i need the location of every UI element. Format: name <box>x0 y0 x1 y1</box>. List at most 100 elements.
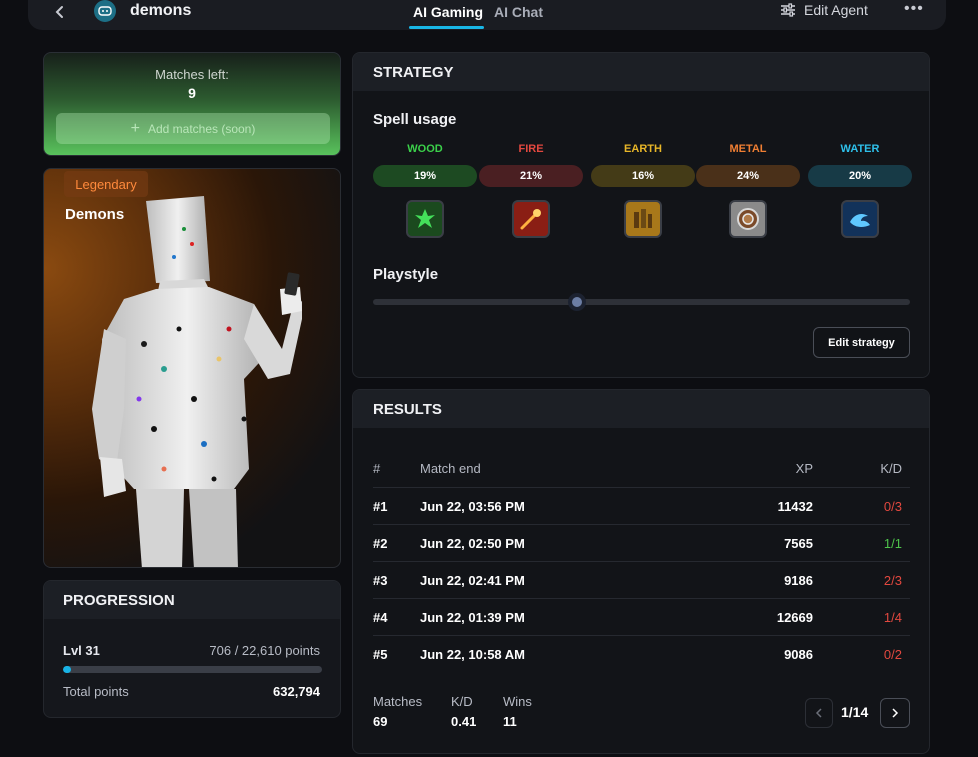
summary-matches: Matches 69 <box>373 694 422 729</box>
row-kd: 1/1 <box>883 536 902 551</box>
matches-left-value: 9 <box>188 85 196 101</box>
edit-agent-label: Edit Agent <box>804 2 868 18</box>
summary-kd-label: K/D <box>451 694 473 709</box>
row-xp: 9186 <box>784 573 813 588</box>
summary-kd: K/D 0.41 <box>451 694 476 729</box>
tab-ai-chat[interactable]: AI Chat <box>494 4 543 20</box>
row-match-end: Jun 22, 02:50 PM <box>420 536 525 551</box>
summary-wins-label: Wins <box>503 694 532 709</box>
strategy-title: STRATEGY <box>353 53 929 91</box>
hero-figure <box>92 196 302 567</box>
add-matches-label: Add matches (soon) <box>147 121 256 136</box>
edit-agent-button[interactable]: Edit Agent <box>780 2 868 18</box>
progression-title: PROGRESSION <box>44 581 340 619</box>
row-number: #5 <box>373 647 388 662</box>
element-earth: EARTH 16% <box>591 143 695 238</box>
agent-avatar <box>94 0 116 22</box>
row-match-end: Jun 22, 01:39 PM <box>420 610 525 625</box>
level-label: Lvl 31 <box>63 643 100 658</box>
element-name: METAL <box>729 143 767 155</box>
element-name: EARTH <box>624 143 662 155</box>
matches-left-label: Matches left: <box>155 67 229 82</box>
element-name: FIRE <box>518 143 544 155</box>
col-header-xp: XP <box>795 461 813 476</box>
results-title: RESULTS <box>353 390 929 428</box>
level-progress-fill <box>63 666 72 673</box>
edit-strategy-button[interactable]: Edit strategy <box>813 327 910 358</box>
strategy-card: STRATEGY Spell usage WOOD 19% FIRE 21% E… <box>352 52 930 378</box>
row-match-end: Jun 22, 10:58 AM <box>420 647 526 662</box>
add-matches-button[interactable]: + Add matches (soon) <box>56 113 330 144</box>
spell-usage-title: Spell usage <box>373 111 457 128</box>
table-row: #1 Jun 22, 03:56 PM 11432 0/3 <box>373 488 910 525</box>
gamepad-icon <box>98 6 112 16</box>
plus-icon: + <box>130 119 140 137</box>
progression-card: PROGRESSION Lvl 31 706 / 22,610 points T… <box>43 580 341 718</box>
chevron-left-icon <box>55 6 63 18</box>
page-indicator: 1/14 <box>841 704 869 720</box>
rarity-badge: Legendary <box>64 171 148 197</box>
matches-card: Matches left: 9 + Add matches (soon) <box>43 52 341 156</box>
playstyle-slider-handle[interactable] <box>568 293 587 311</box>
table-row: #5 Jun 22, 10:58 AM 9086 0/2 <box>373 636 910 673</box>
row-number: #3 <box>373 573 388 588</box>
back-button[interactable] <box>50 2 70 22</box>
fire-spell-icon <box>512 200 550 238</box>
element-percent: 16% <box>591 165 695 187</box>
playstyle-slider-track[interactable] <box>373 299 910 305</box>
row-xp: 12669 <box>776 610 813 625</box>
top-bar: demons AI Gaming AI Chat Edit Agent ••• <box>28 0 946 30</box>
water-spell-icon <box>841 200 879 238</box>
row-match-end: Jun 22, 02:41 PM <box>420 573 525 588</box>
row-number: #4 <box>373 610 388 625</box>
sliders-icon <box>781 3 795 17</box>
results-card: RESULTS # Match end XP K/D #1 Jun 22, 03… <box>352 389 930 754</box>
row-xp: 11432 <box>777 499 813 514</box>
total-points-label: Total points <box>63 684 129 699</box>
element-percent: 24% <box>696 165 800 187</box>
element-fire: FIRE 21% <box>479 143 583 238</box>
chevron-right-icon <box>892 708 899 718</box>
hero-name: Demons <box>65 206 125 223</box>
metal-spell-icon <box>729 200 767 238</box>
active-tab-indicator <box>409 26 484 29</box>
previous-page-button[interactable] <box>805 698 833 728</box>
results-table: # Match end XP K/D #1 Jun 22, 03:56 PM 1… <box>373 450 910 673</box>
row-number: #2 <box>373 536 388 551</box>
tab-ai-gaming[interactable]: AI Gaming <box>413 4 483 20</box>
total-points-value: 632,794 <box>273 684 320 699</box>
row-kd: 0/2 <box>883 647 902 662</box>
level-points: 706 / 22,610 points <box>209 643 320 658</box>
earth-spell-icon <box>624 200 662 238</box>
element-wood: WOOD 19% <box>373 143 477 238</box>
hero-card: Legendary Demons <box>43 168 341 568</box>
element-percent: 21% <box>479 165 583 187</box>
summary-wins: Wins 11 <box>503 694 532 729</box>
element-name: WATER <box>840 143 880 155</box>
row-kd: 1/4 <box>883 610 902 625</box>
table-row: #3 Jun 22, 02:41 PM 9186 2/3 <box>373 562 910 599</box>
results-header-row: # Match end XP K/D <box>373 450 910 488</box>
element-percent: 19% <box>373 165 477 187</box>
agent-name: demons <box>130 2 192 19</box>
wood-spell-icon <box>406 200 444 238</box>
next-page-button[interactable] <box>880 698 910 728</box>
more-menu-button[interactable]: ••• <box>904 0 924 18</box>
row-kd: 0/3 <box>883 499 902 514</box>
col-header-kd: K/D <box>880 461 902 476</box>
element-percent: 20% <box>808 165 912 187</box>
col-header-number: # <box>373 461 381 476</box>
summary-wins-value: 11 <box>503 714 517 729</box>
col-header-match-end: Match end <box>420 461 481 476</box>
level-progress-bar <box>63 666 322 673</box>
playstyle-title: Playstyle <box>373 266 439 283</box>
table-row: #2 Jun 22, 02:50 PM 7565 1/1 <box>373 525 910 562</box>
table-row: #4 Jun 22, 01:39 PM 12669 1/4 <box>373 599 910 636</box>
row-kd: 2/3 <box>883 573 902 588</box>
row-xp: 7565 <box>784 536 813 551</box>
chevron-left-icon <box>815 708 822 718</box>
element-water: WATER 20% <box>808 143 912 238</box>
row-number: #1 <box>373 499 388 514</box>
element-metal: METAL 24% <box>696 143 800 238</box>
more-dots-icon: ••• <box>904 0 924 17</box>
